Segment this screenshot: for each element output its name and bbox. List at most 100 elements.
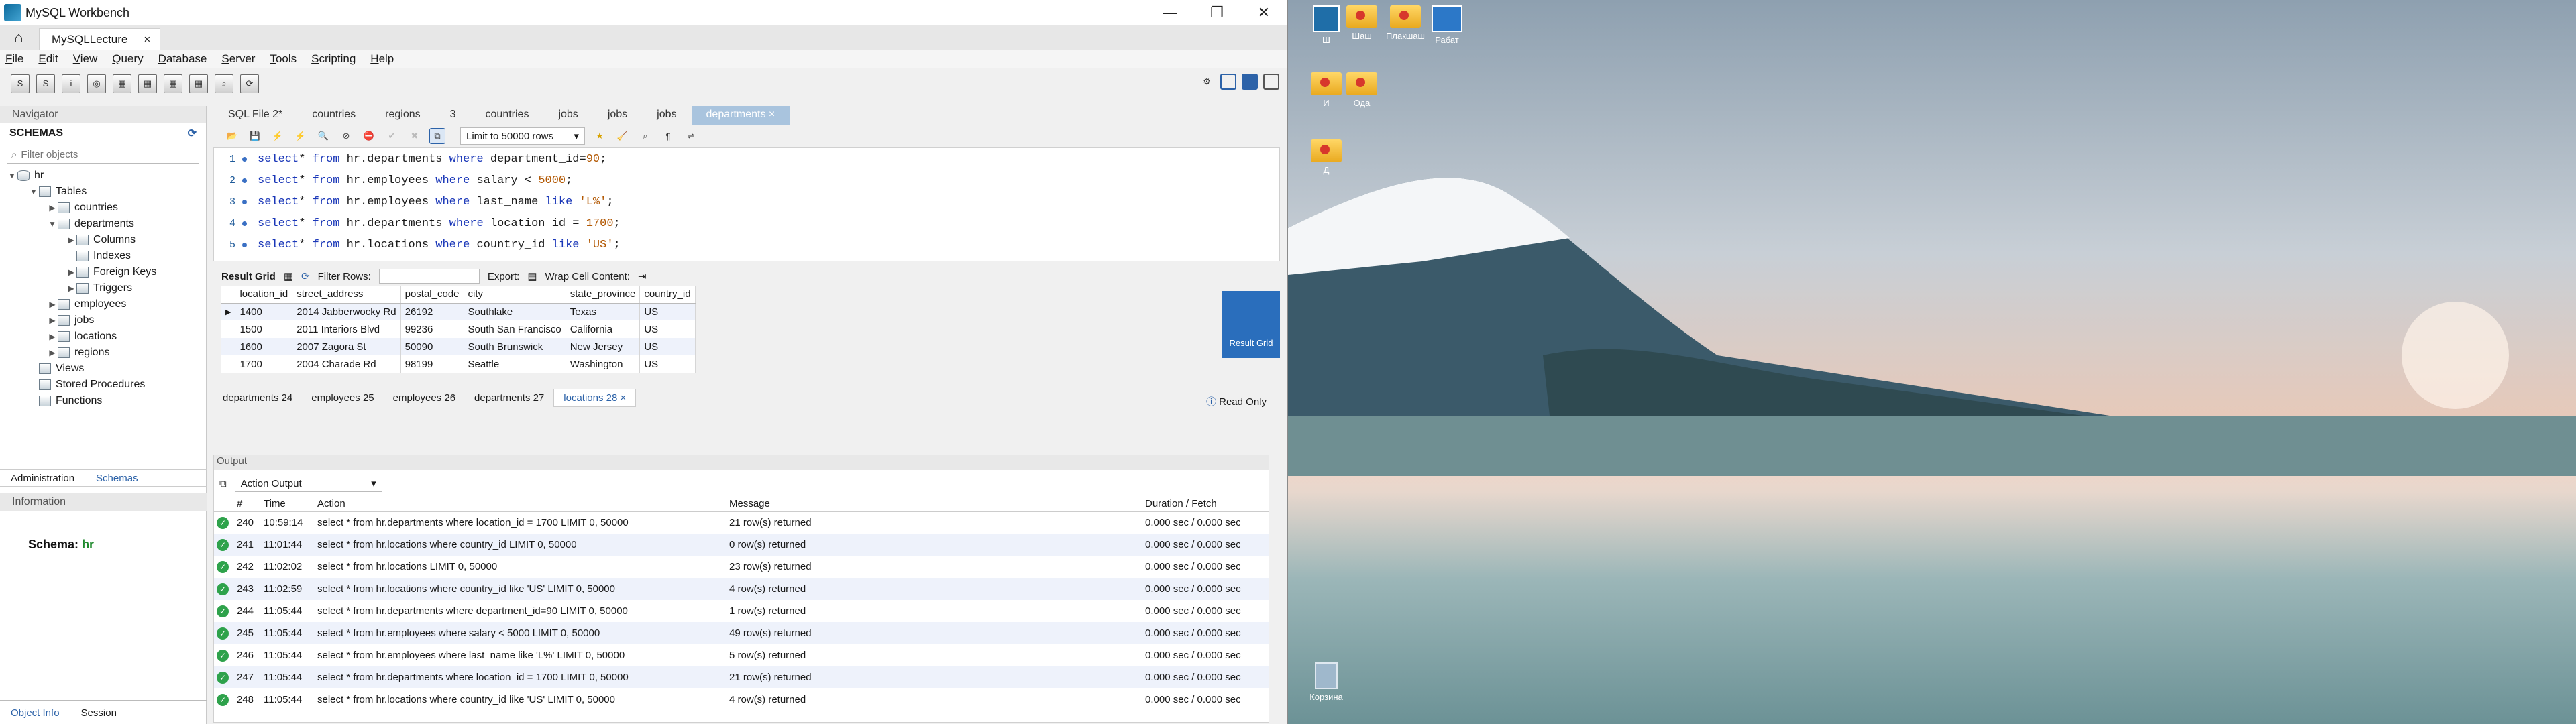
- tab-administration[interactable]: Administration: [0, 470, 85, 486]
- result-tab[interactable]: employees 26: [384, 389, 465, 406]
- find-icon[interactable]: ⌕: [637, 128, 653, 144]
- output-row[interactable]: ✓ 245 11:05:44 select * from hr.employees w…: [214, 622, 1269, 644]
- code-line[interactable]: 1 select * from hr.departments where depar…: [214, 148, 1279, 170]
- toggle-error-icon[interactable]: ⛔: [361, 128, 377, 144]
- file-tab[interactable]: countries: [297, 106, 370, 125]
- create-schema-icon[interactable]: ◎: [87, 74, 106, 93]
- grid-icon[interactable]: ▦: [284, 270, 293, 282]
- tree-functions[interactable]: Functions: [0, 393, 206, 409]
- file-tab[interactable]: 3: [435, 106, 471, 125]
- create-procedure-icon[interactable]: ▦: [164, 74, 182, 93]
- code-line[interactable]: 2 select * from hr.employees where salary …: [214, 170, 1279, 191]
- execute-icon[interactable]: ⚡: [270, 128, 286, 144]
- autocommit-icon[interactable]: ⧉: [429, 128, 445, 144]
- output-row[interactable]: ✓ 247 11:05:44 select * from hr.departments…: [214, 666, 1269, 688]
- result-grid-label[interactable]: Result Grid: [221, 271, 276, 282]
- menu-file[interactable]: File: [5, 52, 23, 66]
- menu-scripting[interactable]: Scripting: [311, 52, 356, 66]
- result-grid[interactable]: location_id street_address postal_code c…: [221, 286, 696, 373]
- maximize-button[interactable]: ❐: [1193, 0, 1240, 25]
- output-row[interactable]: ✓ 248 11:05:44 select * from hr.locations w…: [214, 688, 1269, 711]
- desktop-shortcut[interactable]: Рабат: [1417, 5, 1477, 45]
- column-header[interactable]: postal_code: [400, 286, 464, 304]
- result-tab[interactable]: departments 27: [465, 389, 553, 406]
- filter-rows-input[interactable]: [378, 269, 480, 284]
- result-tab[interactable]: departments 24: [213, 389, 302, 406]
- execute-current-icon[interactable]: ⚡: [292, 128, 309, 144]
- open-sql-script-icon[interactable]: S: [36, 74, 55, 93]
- open-file-icon[interactable]: 📂: [224, 128, 240, 144]
- table-row[interactable]: ▶ 1400 2014 Jabberwocky Rd 26192 Southlake T…: [221, 303, 696, 320]
- close-tab-icon[interactable]: ×: [621, 392, 627, 404]
- tree-indexes[interactable]: Indexes: [0, 248, 206, 264]
- toggle-sidebar-icon[interactable]: [1220, 74, 1236, 90]
- column-header[interactable]: location_id: [235, 286, 293, 304]
- result-tab-active[interactable]: locations 28 ×: [553, 388, 637, 407]
- tree-schema-hr[interactable]: ▼ hr: [0, 168, 206, 184]
- code-line[interactable]: 5 select * from hr.locations where country…: [214, 234, 1279, 255]
- tree-table-locations[interactable]: ▶ locations: [0, 328, 206, 345]
- tree-table-departments[interactable]: ▼ departments: [0, 216, 206, 232]
- tree-tables[interactable]: ▼ Tables: [0, 184, 206, 200]
- close-tab-icon[interactable]: ×: [769, 109, 775, 120]
- menu-tools[interactable]: Tools: [270, 52, 297, 66]
- file-tab[interactable]: jobs: [642, 106, 691, 125]
- table-row[interactable]: 1500 2011 Interiors Blvd 99236 South San Fr…: [221, 320, 696, 338]
- tree-table-employees[interactable]: ▶ employees: [0, 296, 206, 312]
- tree-views[interactable]: Views: [0, 361, 206, 377]
- code-line[interactable]: 3 select * from hr.employees where last_na…: [214, 191, 1279, 213]
- bookmark-icon[interactable]: ★: [592, 128, 608, 144]
- refresh-icon[interactable]: ⟳: [188, 127, 197, 140]
- menu-query[interactable]: Query: [112, 52, 143, 66]
- close-tab-icon[interactable]: ×: [144, 33, 150, 46]
- file-tab-active[interactable]: departments ×: [691, 106, 790, 125]
- limit-rows-select[interactable]: Limit to 50000 rows ▾: [460, 127, 585, 145]
- output-row[interactable]: ✓ 241 11:01:44 select * from hr.locations w…: [214, 534, 1269, 556]
- commit-icon[interactable]: ✔: [384, 128, 400, 144]
- close-button[interactable]: ✕: [1240, 0, 1287, 25]
- explain-icon[interactable]: 🔍: [315, 128, 331, 144]
- file-tab[interactable]: jobs: [593, 106, 642, 125]
- column-header[interactable]: street_address: [292, 286, 401, 304]
- stop-icon[interactable]: ⊘: [338, 128, 354, 144]
- file-tab[interactable]: countries: [471, 106, 544, 125]
- output-row[interactable]: ✓ 244 11:05:44 select * from hr.departments…: [214, 600, 1269, 622]
- desktop-folder[interactable]: Д: [1296, 139, 1356, 175]
- tree-table-jobs[interactable]: ▶ jobs: [0, 312, 206, 328]
- create-function-icon[interactable]: ▦: [189, 74, 208, 93]
- tab-session[interactable]: Session: [70, 701, 127, 724]
- tree-columns[interactable]: ▶ Columns: [0, 232, 206, 248]
- create-table-icon[interactable]: ▦: [113, 74, 131, 93]
- table-row[interactable]: 1700 2004 Charade Rd 98199 Seattle Washingto…: [221, 355, 696, 373]
- tree-table-countries[interactable]: ▶ countries: [0, 200, 206, 216]
- beautify-icon[interactable]: 🧹: [614, 128, 631, 144]
- home-icon[interactable]: ⌂: [0, 25, 38, 50]
- menu-edit[interactable]: Edit: [38, 52, 58, 66]
- output-row[interactable]: ✓ 246 11:05:44 select * from hr.employees w…: [214, 644, 1269, 666]
- tree-table-regions[interactable]: ▶ regions: [0, 345, 206, 361]
- column-header[interactable]: state_province: [566, 286, 641, 304]
- tree-foreign-keys[interactable]: ▶ Foreign Keys: [0, 264, 206, 280]
- result-tab[interactable]: employees 25: [302, 389, 383, 406]
- inspector-icon[interactable]: i: [62, 74, 80, 93]
- toggle-secondary-sidebar-icon[interactable]: [1263, 74, 1279, 90]
- recycle-bin[interactable]: Корзина: [1296, 662, 1356, 702]
- rollback-icon[interactable]: ✖: [407, 128, 423, 144]
- menu-server[interactable]: Server: [221, 52, 255, 66]
- tree-triggers[interactable]: ▶ Triggers: [0, 280, 206, 296]
- desktop-folder[interactable]: Ода: [1332, 72, 1392, 108]
- menu-database[interactable]: Database: [158, 52, 207, 66]
- menu-help[interactable]: Help: [370, 52, 394, 66]
- settings-gear-icon[interactable]: ⚙: [1199, 74, 1215, 90]
- table-row[interactable]: 1600 2007 Zagora St 50090 South Brunswick Ne…: [221, 338, 696, 355]
- reconnect-icon[interactable]: ⟳: [240, 74, 259, 93]
- sql-code-editor[interactable]: 1 select * from hr.departments where depar…: [213, 147, 1280, 261]
- file-tab[interactable]: regions: [370, 106, 435, 125]
- minimize-button[interactable]: —: [1146, 0, 1193, 25]
- toggle-output-icon[interactable]: [1242, 74, 1258, 90]
- tree-stored-procedures[interactable]: Stored Procedures: [0, 377, 206, 393]
- export-icon[interactable]: ▤: [527, 270, 537, 282]
- copy-icon[interactable]: ⧉: [219, 478, 227, 489]
- save-icon[interactable]: 💾: [247, 128, 263, 144]
- filter-objects-input[interactable]: ⌕ Filter objects: [7, 145, 199, 164]
